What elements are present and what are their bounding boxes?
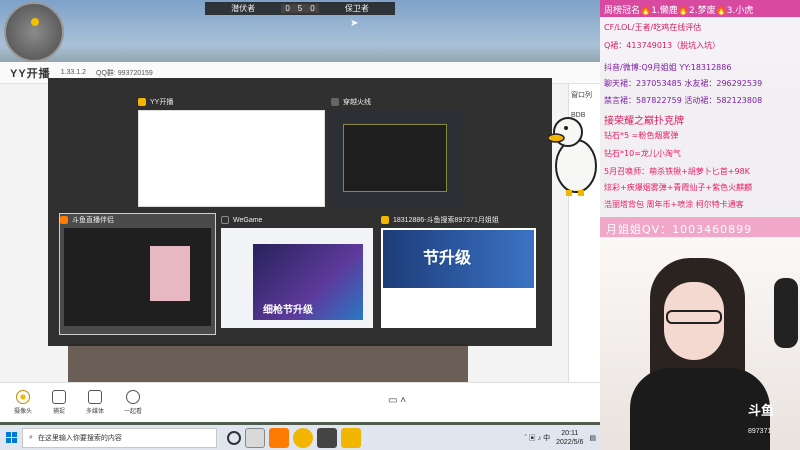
game-dialog-preview [343, 124, 447, 192]
mouse-cursor-icon: ➤ [350, 18, 359, 29]
media-label: 多媒体 [86, 409, 105, 415]
clock-time: 20:11 [561, 429, 579, 437]
tray-icons[interactable]: ˆ ▣ ♪ 中 [524, 433, 550, 443]
douyu-logo: 斗鱼 [748, 403, 775, 418]
yy-qq-group: QQ群: 993720159 [96, 69, 153, 77]
window-thumb-yy[interactable]: YY开播 [138, 96, 325, 208]
search-icon: ⌕ [29, 433, 33, 441]
watch-together-label: 一起看 [124, 409, 143, 415]
video-source-button[interactable]: ▭ ˄ [388, 395, 406, 406]
team-left-score: 0 [281, 4, 294, 13]
douyu-room-id: 897371 [748, 428, 772, 435]
yy-logo: YY开播 [10, 67, 51, 80]
windows-logo-icon [5, 432, 17, 443]
douyu-taskbar-icon[interactable] [269, 427, 289, 448]
task-view-icon[interactable] [227, 430, 241, 445]
side-panel-label[interactable]: 窗口列 [569, 84, 600, 106]
minimap-player-marker [31, 18, 39, 26]
douyu-room-app-icon [381, 216, 389, 224]
window-thumb-wegame[interactable]: WeGame 细枪节升级 [221, 214, 373, 334]
yy-video-preview [68, 344, 468, 386]
window-thumb-crossfire[interactable]: 穿越火线 [331, 96, 462, 208]
weekly-ranking-title: 周榜冠名🔥1.懒鹿🔥2.梦废🔥3.小虎 [600, 0, 800, 17]
game-scoreboard: 潜伏者 0 5 0 保卫者 [205, 2, 395, 15]
window-preview: 节升级 [381, 228, 536, 328]
info-line: 钻石*5 =粉色烟雾弹 [604, 131, 679, 140]
window-title: 斗鱼直播伴侣 [72, 217, 114, 224]
wegame-taskbar-icon[interactable] [317, 427, 337, 448]
start-button[interactable] [0, 425, 22, 450]
info-line: 聊天裙：237053485 水友裙：296292539 [604, 79, 763, 88]
window-preview [138, 110, 325, 207]
capture-button[interactable]: 捕捉 [52, 390, 67, 415]
clock-date: 2022/5/6 [556, 438, 584, 446]
capture-icon [52, 390, 67, 404]
yy-bottom-toolbar: 摄像头 捕捉 多媒体 一起看 ▭ ˄ [0, 382, 600, 422]
info-line: 5月召唤师：萌杀铁锹+胡萝卜匕首+98K [604, 167, 750, 176]
round-score: 5 [293, 4, 307, 13]
wegame-banner-text: 细枪节升级 [263, 305, 313, 316]
yy-taskbar-icon[interactable] [293, 427, 313, 448]
window-preview [64, 228, 211, 326]
capture-label: 捕捉 [53, 409, 66, 415]
duck-mascot-icon [548, 117, 597, 196]
taskbar-app[interactable] [245, 427, 265, 448]
window-preview [331, 110, 462, 207]
douyu-banner-text: 节升级 [423, 250, 472, 267]
info-line: 禁言裙：587822759 活动裙：582123808 [604, 96, 763, 105]
camera-label: 摄像头 [14, 409, 33, 415]
window-thumb-douyu-room[interactable]: 18312886-斗鱼搜索897371月姐姐 节升级 [381, 214, 536, 334]
info-line: 钻石*10=龙儿小淘气 [604, 149, 681, 158]
window-picker: YY开播 穿越火线 斗鱼直播伴侣 WeGame 细枪节升级 18312886-斗… [48, 78, 552, 346]
camera-button[interactable]: 摄像头 [14, 390, 32, 415]
preview-image [150, 246, 190, 301]
duck-taskbar-icon[interactable] [341, 427, 361, 448]
window-title: 18312886-斗鱼搜索897371月姐姐 [393, 217, 499, 224]
info-line: 抖音/微博:Q9月姐姐 YY:18312886 [604, 63, 732, 72]
team-right-score: 0 [306, 4, 319, 13]
wegame-banner: 细枪节升级 [253, 244, 363, 320]
info-line: CF/LOL/王者/吃鸡在线评估 [604, 23, 702, 32]
windows-taskbar: ⌕ 在这里输入你要搜索的内容 ˆ ▣ ♪ 中 20:11 2022/5/6 ▤ [0, 425, 600, 450]
game-minimap [4, 2, 64, 62]
info-line: 炫彩+疾爆烟雾弹+青霞仙子+紫色火麒麟 [604, 183, 753, 192]
info-line: 浩丽塔背包 周年币+喷涂 柯尔特卡通客 [604, 200, 744, 209]
contact-bar: 月姐姐QV：1003460899 [600, 217, 800, 237]
douyu-app-icon [60, 216, 68, 224]
window-thumb-douyu-companion[interactable]: 斗鱼直播伴侣 [59, 213, 216, 335]
window-preview: 细枪节升级 [221, 228, 373, 328]
yy-app-icon [138, 98, 146, 106]
stream-info-panel: 周榜冠名🔥1.懒鹿🔥2.梦废🔥3.小虎 CF/LOL/王者/吃鸡在线评估 Q裙：… [600, 0, 800, 238]
team-right-name: 保卫者 [344, 4, 369, 13]
crossfire-app-icon [331, 98, 339, 106]
watch-together-icon [126, 390, 141, 404]
info-line: Q裙：413749013（脱坑入坑） [604, 41, 721, 50]
watch-together-button[interactable]: 一起看 [124, 390, 142, 415]
window-title: WeGame [233, 216, 263, 224]
system-tray: ˆ ▣ ♪ 中 20:11 2022/5/6 ▤ [524, 429, 600, 447]
media-icon [88, 390, 103, 404]
camera-icon [16, 390, 30, 404]
douyu-room-banner: 节升级 [383, 230, 534, 288]
taskbar-search[interactable]: ⌕ 在这里输入你要搜索的内容 [22, 427, 217, 448]
clock[interactable]: 20:11 2022/5/6 [556, 429, 583, 447]
info-line: 接荣耀之巅扑克牌 [604, 116, 684, 127]
microphone [774, 278, 798, 348]
team-left-name: 潜伏者 [231, 4, 256, 13]
wegame-app-icon [221, 216, 229, 224]
streamer-glasses [666, 310, 722, 324]
window-title: YY开播 [150, 99, 174, 106]
media-button[interactable]: 多媒体 [86, 390, 104, 415]
search-placeholder: 在这里输入你要搜索的内容 [37, 434, 122, 442]
yy-version: 1.33.1.2 [60, 69, 86, 76]
window-title: 穿越火线 [343, 99, 371, 106]
notification-icon[interactable]: ▤ [589, 434, 596, 442]
